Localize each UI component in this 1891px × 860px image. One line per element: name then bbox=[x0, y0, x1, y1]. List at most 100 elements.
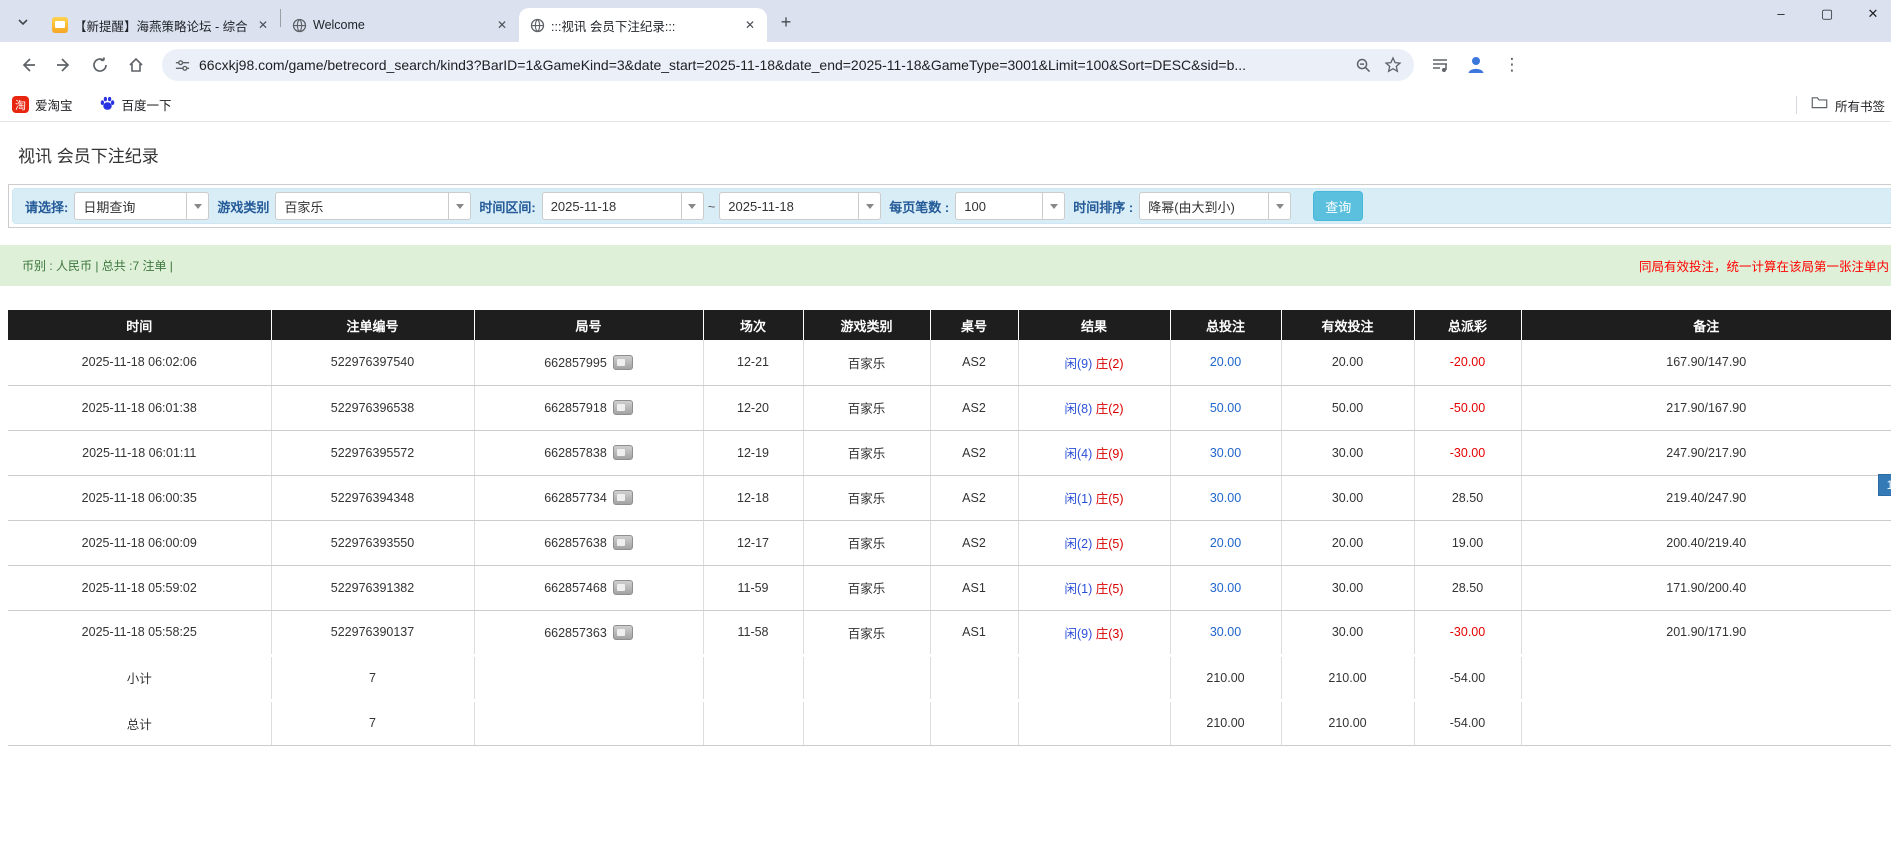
chevron-down-icon bbox=[680, 193, 703, 219]
window-close-button[interactable]: ✕ bbox=[1863, 6, 1883, 22]
cell-table-no: AS2 bbox=[930, 430, 1019, 476]
site-settings-tune-icon[interactable] bbox=[174, 57, 191, 74]
subtotal-label: 小计 bbox=[8, 653, 272, 701]
cell-table-no: AS1 bbox=[930, 565, 1019, 611]
cell-result: 闲(1) 庄(5) bbox=[1018, 565, 1171, 611]
subtotal-total-bet: 210.00 bbox=[1170, 653, 1282, 701]
subtotal-row: 小计 7 210.00 210.00 -54.00 bbox=[8, 653, 1891, 701]
bet-table-body: 2025-11-18 06:02:06 522976397540 662857995… bbox=[8, 340, 1891, 656]
search-button[interactable]: 查询 bbox=[1313, 191, 1364, 221]
cell-remark: 171.90/200.40 bbox=[1521, 565, 1891, 611]
filter-panel: 请选择: 日期查询 游戏类别 百家乐 时间区间: 2025-11-18 ~ 20… bbox=[8, 184, 1891, 228]
cell-game-kind: 百家乐 bbox=[803, 340, 931, 386]
chevron-down-icon bbox=[448, 193, 470, 219]
cell-session: 12-20 bbox=[703, 385, 804, 431]
cell-result: 闲(9) 庄(3) bbox=[1018, 610, 1171, 656]
cell-payout: -20.00 bbox=[1414, 340, 1522, 386]
cell-valid-bet: 20.00 bbox=[1281, 520, 1415, 566]
date-start-input[interactable]: 2025-11-18 bbox=[541, 192, 704, 220]
column-header: 结果 bbox=[1018, 310, 1171, 340]
tab-close-icon[interactable]: ✕ bbox=[254, 16, 272, 34]
betrecord-page: 视讯 会员下注纪录 请选择: 日期查询 游戏类别 百家乐 时间区间: 2025-… bbox=[0, 142, 1891, 746]
reload-button[interactable] bbox=[85, 50, 115, 80]
cell-game-kind: 百家乐 bbox=[803, 475, 931, 521]
game-kind-select[interactable]: 百家乐 bbox=[275, 192, 472, 220]
valid-bet-note: 同局有效投注，统一计算在该局第一张注单内 bbox=[1638, 260, 1889, 274]
bookmark-baidu[interactable]: 百度一下 bbox=[99, 95, 172, 115]
profile-avatar-icon[interactable] bbox=[1461, 50, 1491, 80]
total-row: 总计 7 210.00 210.00 -54.00 bbox=[8, 698, 1891, 746]
video-replay-icon[interactable] bbox=[612, 535, 633, 550]
cell-time: 2025-11-18 05:59:02 bbox=[8, 565, 272, 611]
video-replay-icon[interactable] bbox=[612, 354, 633, 370]
cell-session: 12-18 bbox=[703, 475, 804, 521]
back-button[interactable] bbox=[13, 50, 43, 80]
window-maximize-button[interactable]: ▢ bbox=[1817, 6, 1837, 22]
column-header: 备注 bbox=[1521, 310, 1891, 340]
cell-round: 662857918 bbox=[474, 385, 704, 431]
cell-valid-bet: 30.00 bbox=[1281, 475, 1415, 521]
cell-table-no: AS2 bbox=[930, 475, 1019, 521]
cell-total-bet[interactable]: 20.00 bbox=[1170, 340, 1282, 386]
table-row: 2025-11-18 06:00:35 522976394348 662857734… bbox=[8, 475, 1891, 521]
taobao-icon: 淘 bbox=[12, 96, 29, 113]
new-tab-button[interactable]: + bbox=[773, 9, 799, 35]
cell-game-kind: 百家乐 bbox=[803, 385, 931, 431]
address-bar[interactable]: 66cxkj98.com/game/betrecord_search/kind3… bbox=[162, 49, 1414, 81]
window-minimize-button[interactable]: – bbox=[1771, 6, 1791, 22]
cell-remark: 201.90/171.90 bbox=[1521, 610, 1891, 656]
pagination-top[interactable]: 1 bbox=[1878, 474, 1891, 496]
bet-records-table: 时间 注单编号 局号 场次 游戏类别 桌号 结果 总投注 有效投注 总派彩 备注 2025-11-1… bbox=[8, 310, 1891, 746]
summary-bar: 币别 : 人民币 | 总共 :7 注单 | 同局有效投注，统一计算在该局第一张注… bbox=[0, 245, 1891, 286]
home-button[interactable] bbox=[121, 50, 151, 80]
cell-table-no: AS2 bbox=[930, 385, 1019, 431]
sort-select[interactable]: 降幂(由大到小) bbox=[1139, 192, 1292, 220]
cell-total-bet[interactable]: 50.00 bbox=[1170, 385, 1282, 431]
forward-button[interactable] bbox=[49, 50, 79, 80]
total-count: 7 bbox=[271, 698, 475, 746]
video-replay-icon[interactable] bbox=[612, 580, 633, 595]
video-replay-icon[interactable] bbox=[612, 624, 633, 640]
cell-payout: 19.00 bbox=[1414, 520, 1522, 566]
video-replay-icon[interactable] bbox=[612, 445, 633, 460]
cell-game-kind: 百家乐 bbox=[803, 430, 931, 476]
tab-search-button[interactable] bbox=[10, 9, 36, 35]
browser-toolbar: 66cxkj98.com/game/betrecord_search/kind3… bbox=[0, 42, 1891, 88]
cell-total-bet[interactable]: 30.00 bbox=[1170, 610, 1282, 656]
video-replay-icon[interactable] bbox=[612, 400, 633, 415]
tab-close-icon[interactable]: ✕ bbox=[493, 16, 511, 34]
column-header: 总派彩 bbox=[1414, 310, 1522, 340]
date-range-label: 时间区间: bbox=[479, 199, 536, 215]
date-end-input[interactable]: 2025-11-18 bbox=[719, 192, 882, 220]
page-size-select[interactable]: 100 bbox=[955, 192, 1066, 220]
media-controls-icon[interactable] bbox=[1425, 50, 1455, 80]
cell-bet-id: 522976394348 bbox=[271, 475, 475, 521]
tab-welcome[interactable]: Welcome ✕ bbox=[281, 8, 519, 42]
cell-result: 闲(8) 庄(2) bbox=[1018, 385, 1171, 431]
tab-close-icon[interactable]: ✕ bbox=[741, 16, 759, 34]
bookmark-star-icon[interactable] bbox=[1384, 56, 1402, 74]
cell-valid-bet: 30.00 bbox=[1281, 430, 1415, 476]
menu-dots-icon[interactable]: ⋮ bbox=[1497, 50, 1527, 80]
total-valid-bet: 210.00 bbox=[1281, 698, 1415, 746]
column-header: 场次 bbox=[703, 310, 804, 340]
cell-bet-id: 522976391382 bbox=[271, 565, 475, 611]
cell-result: 闲(2) 庄(5) bbox=[1018, 520, 1171, 566]
bookmarks-bar: 淘 爱淘宝 百度一下 所有书签 bbox=[0, 88, 1891, 122]
all-bookmarks-label[interactable]: 所有书签 bbox=[1835, 96, 1891, 115]
cell-total-bet[interactable]: 30.00 bbox=[1170, 430, 1282, 476]
zoom-icon[interactable] bbox=[1355, 57, 1372, 74]
query-type-select[interactable]: 日期查询 bbox=[74, 192, 210, 220]
video-replay-icon[interactable] bbox=[612, 490, 633, 505]
tab-forum[interactable]: 【新提醒】海燕策略论坛 - 综合 ✕ bbox=[42, 8, 280, 42]
cell-total-bet[interactable]: 30.00 bbox=[1170, 475, 1282, 521]
url-text[interactable]: 66cxkj98.com/game/betrecord_search/kind3… bbox=[199, 57, 1345, 73]
tab-betrecord-active[interactable]: :::视讯 会员下注纪录::: ✕ bbox=[519, 8, 767, 42]
table-row: 2025-11-18 05:59:02 522976391382 662857468… bbox=[8, 565, 1891, 611]
total-payout: -54.00 bbox=[1414, 698, 1522, 746]
sort-label: 时间排序 : bbox=[1073, 199, 1134, 215]
bookmark-aitaobao[interactable]: 淘 爱淘宝 bbox=[12, 95, 73, 114]
cell-total-bet[interactable]: 20.00 bbox=[1170, 520, 1282, 566]
cell-remark: 217.90/167.90 bbox=[1521, 385, 1891, 431]
cell-total-bet[interactable]: 30.00 bbox=[1170, 565, 1282, 611]
